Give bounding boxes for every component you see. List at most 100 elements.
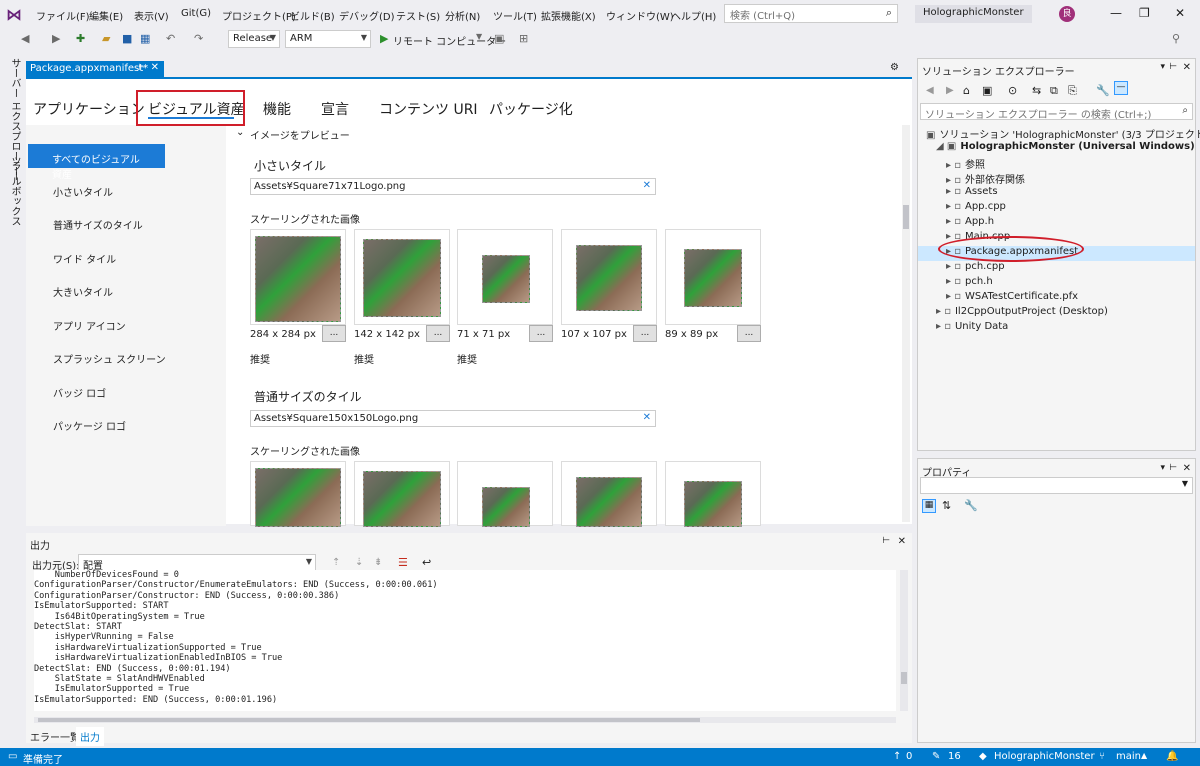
menu-debug[interactable]: デバッグ(D) <box>339 8 395 23</box>
menu-edit[interactable]: 編集(E) <box>89 8 123 23</box>
preview-selected-icon[interactable]: — <box>1114 81 1128 95</box>
close-panel-icon[interactable]: ✕ <box>898 536 906 547</box>
nav-package-logo[interactable]: パッケージ ロゴ <box>53 418 126 433</box>
categorized-icon[interactable]: ▦ <box>922 499 936 513</box>
menu-extensions[interactable]: 拡張機能(X) <box>541 8 596 23</box>
clear-all-icon[interactable]: ☰ <box>398 556 408 569</box>
close-icon[interactable]: ✕ <box>1175 6 1185 20</box>
browse-button[interactable]: ... <box>322 325 346 342</box>
forward-icon[interactable]: ▶ <box>52 32 60 45</box>
tree-item[interactable]: ▣ ソリューション 'HolographicMonster' (3/3 プロジェク… <box>918 126 1200 141</box>
notifications-icon[interactable]: 🔔 <box>1166 751 1178 762</box>
tree-item[interactable]: ▸ ▫ App.h <box>918 216 1195 231</box>
document-tab-package-manifest[interactable]: Package.appxmanifest* ⊢ ✕ <box>26 61 164 77</box>
run-target-label[interactable]: リモート コンピューター <box>393 33 506 48</box>
gear-icon[interactable]: ⚙ <box>890 62 899 73</box>
tree-item[interactable]: ▸ ▫ Unity Data <box>918 321 1195 336</box>
menu-tools[interactable]: ツール(T) <box>493 8 537 23</box>
home-icon[interactable]: ⌂ <box>963 84 970 97</box>
browse-button[interactable]: ... <box>529 325 553 342</box>
property-pages-icon[interactable]: 🔧 <box>964 499 978 512</box>
clear-icon[interactable]: ✕ <box>643 180 651 191</box>
window-position-icon[interactable]: ▾ <box>1160 62 1165 72</box>
goto-next-icon[interactable]: ⇣ <box>355 557 363 568</box>
find-message-icon[interactable]: ⇟ <box>374 557 382 568</box>
output-log[interactable]: NumberOfDevicesFound = 0 ConfigurationPar… <box>34 570 896 711</box>
toolbox-tab[interactable]: ツールボックス <box>4 156 22 226</box>
avatar[interactable]: 良 <box>1059 6 1075 22</box>
search-input[interactable]: 検索 (Ctrl+Q) ⌕ <box>724 4 898 23</box>
tab-error-list[interactable]: エラー一覧 <box>30 729 80 744</box>
tree-item[interactable]: ◢ ▣ HolographicMonster (Universal Windows… <box>918 141 1195 156</box>
pin-icon[interactable]: ⊢ <box>1169 62 1177 72</box>
configuration-select[interactable]: Release ▼ <box>228 30 280 48</box>
tree-item[interactable]: ▸ ▫ WSATestCertificate.pfx <box>918 291 1195 306</box>
pin-icon[interactable]: ⊢ <box>882 536 890 546</box>
forward-icon[interactable]: ▶ <box>946 85 954 96</box>
status-errors[interactable]: 0 <box>906 751 912 762</box>
visual-studio-logo-icon[interactable]: ⋈ <box>6 6 28 24</box>
start-debug-icon[interactable]: ▶ <box>380 32 388 45</box>
nav-small-tile[interactable]: 小さいタイル <box>53 184 113 199</box>
menu-project[interactable]: プロジェクト(P) <box>222 8 296 23</box>
tree-item[interactable]: ▸ ▫ pch.cpp <box>918 261 1195 276</box>
menu-help[interactable]: ヘルプ(H) <box>671 8 716 23</box>
sync-icon[interactable]: ⇆ <box>1032 84 1041 97</box>
menu-view[interactable]: 表示(V) <box>134 8 169 23</box>
status-edits[interactable]: 16 <box>948 751 961 762</box>
new-project-icon[interactable]: ✚ <box>76 32 85 45</box>
tab-capabilities[interactable]: 機能 <box>263 99 291 119</box>
tab-declarations[interactable]: 宣言 <box>321 99 349 119</box>
close-panel-icon[interactable]: ✕ <box>1183 463 1191 474</box>
browse-button[interactable]: ... <box>426 325 450 342</box>
properties-icon[interactable]: 🔧 <box>1096 84 1110 97</box>
tree-item[interactable]: ▸ ▫ 参照 <box>918 156 1195 171</box>
live-share-icon[interactable]: ⚲ <box>1172 32 1180 45</box>
tree-item[interactable]: ▸ ▫ Il2CppOutputProject (Desktop) <box>918 306 1195 321</box>
tree-item[interactable]: ▸ ▫ Assets <box>918 186 1195 201</box>
collapse-all-icon[interactable]: ⧉ <box>1050 84 1058 98</box>
goto-previous-icon[interactable]: ⇡ <box>332 557 340 568</box>
menu-window[interactable]: ウィンドウ(W) <box>606 8 674 23</box>
scrollbar-thumb[interactable] <box>901 672 907 684</box>
nav-wide-tile[interactable]: ワイド タイル <box>53 251 116 266</box>
pin-icon[interactable]: ⊢ <box>138 63 146 73</box>
menu-build[interactable]: ビルド(B) <box>290 8 335 23</box>
solution-search-input[interactable]: ソリューション エクスプローラー の検索 (Ctrl+;) ⌕ <box>920 103 1193 121</box>
browse-button[interactable]: ... <box>633 325 657 342</box>
menu-file[interactable]: ファイル(F) <box>36 8 90 23</box>
run-target-dropdown-icon[interactable]: ▼ <box>476 32 482 41</box>
tab-packaging[interactable]: パッケージ化 <box>489 99 573 119</box>
tab-application[interactable]: アプリケーション <box>33 99 145 119</box>
switch-views-icon[interactable]: ▣ <box>982 84 992 97</box>
nav-medium-tile[interactable]: 普通サイズのタイル <box>53 217 143 232</box>
collapse-chevron-icon[interactable]: ⌄ <box>236 127 244 138</box>
redo-icon[interactable]: ↷ <box>194 32 203 45</box>
undo-icon[interactable]: ↶ <box>166 32 175 45</box>
scrollbar-thumb[interactable] <box>903 205 909 229</box>
tab-content-uris[interactable]: コンテンツ URI <box>379 99 478 119</box>
nav-app-icon[interactable]: アプリ アイコン <box>53 318 126 333</box>
platform-select[interactable]: ARM ▼ <box>285 30 371 48</box>
alphabetical-icon[interactable]: ⇅ <box>942 499 951 512</box>
restore-icon[interactable]: ❐ <box>1139 6 1150 20</box>
small-tile-path-input[interactable]: Assets¥Square71x71Logo.png ✕ <box>250 178 656 195</box>
nav-badge-logo[interactable]: バッジ ロゴ <box>53 385 106 400</box>
browse-button[interactable]: ... <box>737 325 761 342</box>
word-wrap-icon[interactable]: ↩ <box>422 556 431 569</box>
properties-object-select[interactable]: ▼ <box>920 477 1193 494</box>
status-repo[interactable]: HolographicMonster <box>994 751 1095 762</box>
nav-large-tile[interactable]: 大きいタイル <box>53 284 113 299</box>
open-folder-icon[interactable]: ▰ <box>102 32 110 45</box>
menu-test[interactable]: テスト(S) <box>396 8 440 23</box>
save-icon[interactable]: ■ <box>122 32 132 45</box>
designer-scrollbar[interactable] <box>902 125 910 522</box>
browser-link-icon[interactable]: ▣ <box>494 32 504 45</box>
menu-analyze[interactable]: 分析(N) <box>445 8 480 23</box>
back-icon[interactable]: ◀ <box>21 32 29 45</box>
branch-menu-icon[interactable]: ▲ <box>1141 751 1147 760</box>
tab-output[interactable]: 出力 <box>76 727 104 746</box>
menu-git[interactable]: Git(G) <box>181 8 211 19</box>
show-all-files-icon[interactable]: ⎘ <box>1068 84 1077 98</box>
minimize-icon[interactable]: — <box>1110 6 1122 20</box>
